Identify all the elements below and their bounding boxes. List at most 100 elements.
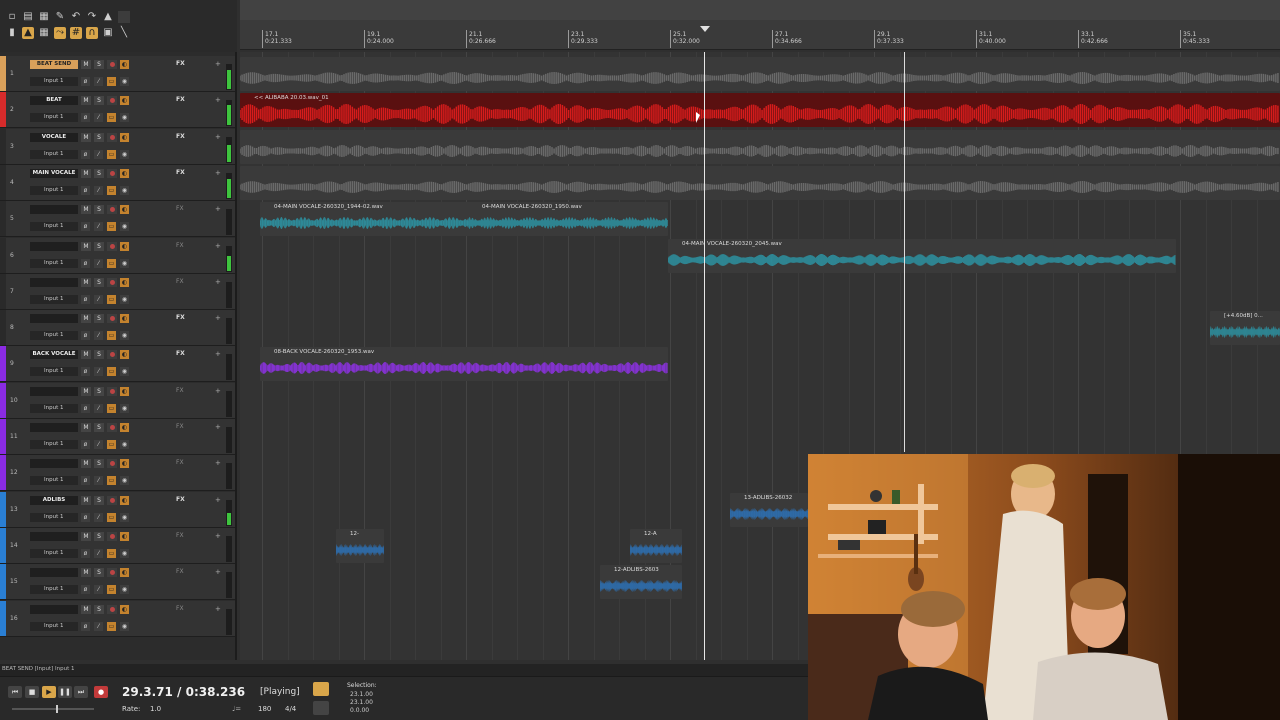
media-item[interactable]: 12- [336,528,384,563]
folder-icon[interactable]: ▭ [107,331,116,341]
track-color-strip[interactable] [0,382,6,418]
monitor-icon[interactable]: ◐ [120,568,129,578]
track-name[interactable] [30,568,78,578]
track-color-strip[interactable] [0,164,6,200]
fx-button[interactable]: FX [176,387,184,394]
track-color-strip[interactable] [0,201,6,237]
ruler-region-lane[interactable] [240,0,1280,20]
envelope-icon[interactable]: ◉ [120,403,129,413]
track-color-strip[interactable] [0,346,6,382]
add-fx-icon[interactable]: + [215,169,221,177]
solo-button[interactable]: S [94,531,104,541]
open-project-icon[interactable]: ▤ [22,11,34,23]
mute-button[interactable]: M [81,386,91,396]
solo-button[interactable]: S [94,459,104,469]
track-row[interactable]: 4 MAIN VOCALE M S ◐ Input 1 ø ⁄ ▭ ◉ FX + [0,164,235,201]
add-fx-icon[interactable]: + [215,133,221,141]
undo-icon[interactable]: ↶ [70,11,82,23]
folder-icon[interactable]: ▭ [107,512,116,522]
track-row[interactable]: 6 M S ◐ Input 1 ø ⁄ ▭ ◉ FX + [0,237,235,274]
automation-icon[interactable]: ⁄ [94,621,103,631]
mute-button[interactable]: M [81,96,91,106]
envelope-icon[interactable]: ◉ [120,222,129,232]
fx-button[interactable]: FX [176,459,184,466]
track-input-select[interactable]: Input 1 [30,585,78,595]
auto-crossfade-icon[interactable]: ∩ [86,27,98,39]
track-color-strip[interactable] [0,419,6,454]
track-input-select[interactable]: Input 1 [30,149,78,159]
folder-icon[interactable]: ▭ [107,585,116,595]
track-color-strip[interactable] [0,491,6,527]
monitor-icon[interactable]: ◐ [120,60,129,69]
solo-button[interactable]: S [94,132,104,142]
monitor-icon[interactable]: ◐ [120,314,129,324]
monitor-icon[interactable]: ◐ [120,459,129,469]
track-input-select[interactable]: Input 1 [30,548,78,558]
track-color-strip[interactable] [0,128,6,164]
automation-icon[interactable]: ⁄ [94,367,103,377]
mute-button[interactable]: M [81,531,91,541]
solo-button[interactable]: S [94,423,104,432]
record-arm-button[interactable] [107,277,117,287]
phase-icon[interactable]: ø [81,403,90,413]
media-item[interactable]: 04-MAIN VOCALE-260320_1950.wav [468,202,668,237]
track-color-strip[interactable] [0,56,6,91]
add-fx-icon[interactable]: + [215,496,221,504]
track-color-strip[interactable] [0,310,6,346]
track-color-strip[interactable] [0,564,6,600]
selection-end[interactable]: 23.1.00 [350,699,373,706]
automation-icon[interactable]: ⁄ [94,585,103,595]
fx-button[interactable]: FX [176,314,185,321]
record-arm-button[interactable] [107,495,117,505]
envelope-icon[interactable]: ◉ [120,258,129,268]
track-input-select[interactable]: Input 1 [30,331,78,341]
automation-icon[interactable]: ⁄ [94,258,103,268]
record-arm-button[interactable] [107,205,117,215]
go-to-start-icon[interactable]: ⏮ [8,686,22,698]
phase-icon[interactable]: ø [81,512,90,522]
mute-button[interactable]: M [81,132,91,142]
phase-icon[interactable]: ø [81,113,90,123]
blank-toolbar-button[interactable] [118,11,130,23]
mute-button[interactable]: M [81,604,91,614]
mute-button[interactable]: M [81,277,91,287]
envelope-icon[interactable]: ◉ [120,440,129,449]
fx-button[interactable]: FX [176,96,185,103]
selection-length[interactable]: 0.0.00 [350,707,369,714]
envelope-icon[interactable]: ◉ [120,476,129,486]
track-name[interactable]: VOCALE [30,132,78,142]
add-fx-icon[interactable]: + [215,242,221,250]
new-project-icon[interactable]: ▫ [6,11,18,23]
phase-icon[interactable]: ø [81,548,90,558]
automation-icon[interactable]: ⁄ [94,294,103,304]
track-color-strip[interactable] [0,455,6,491]
mute-button[interactable]: M [81,568,91,578]
solo-button[interactable]: S [94,168,104,178]
time-signature[interactable]: 4/4 [285,705,296,713]
envelope-icon[interactable]: ╲ [118,27,130,39]
solo-button[interactable]: S [94,350,104,360]
play-icon[interactable]: ▶ [42,686,56,698]
automation-icon[interactable]: ⁄ [94,403,103,413]
ripple-edit-icon[interactable]: ⤳ [54,27,66,39]
monitor-icon[interactable]: ◐ [120,531,129,541]
monitor-icon[interactable]: ◐ [120,277,129,287]
track-name[interactable] [30,604,78,614]
folder-icon[interactable]: ▭ [107,476,116,486]
record-arm-button[interactable] [107,60,117,69]
fx-button[interactable]: FX [176,568,184,575]
add-fx-icon[interactable]: + [215,350,221,358]
monitor-icon[interactable]: ◐ [120,96,129,106]
track-input-select[interactable]: Input 1 [30,185,78,195]
monitor-icon[interactable]: ◐ [120,604,129,614]
record-arm-button[interactable] [107,423,117,432]
track-color-strip[interactable] [0,600,6,636]
track-color-strip[interactable] [0,92,6,128]
monitor-icon[interactable]: ◐ [120,205,129,215]
record-arm-button[interactable] [107,350,117,360]
phase-icon[interactable]: ø [81,77,90,86]
track-row[interactable]: 3 VOCALE M S ◐ Input 1 ø ⁄ ▭ ◉ FX + [0,128,235,165]
fx-button[interactable]: FX [176,605,184,612]
fx-button[interactable]: FX [176,423,184,430]
track-name[interactable] [30,205,78,215]
